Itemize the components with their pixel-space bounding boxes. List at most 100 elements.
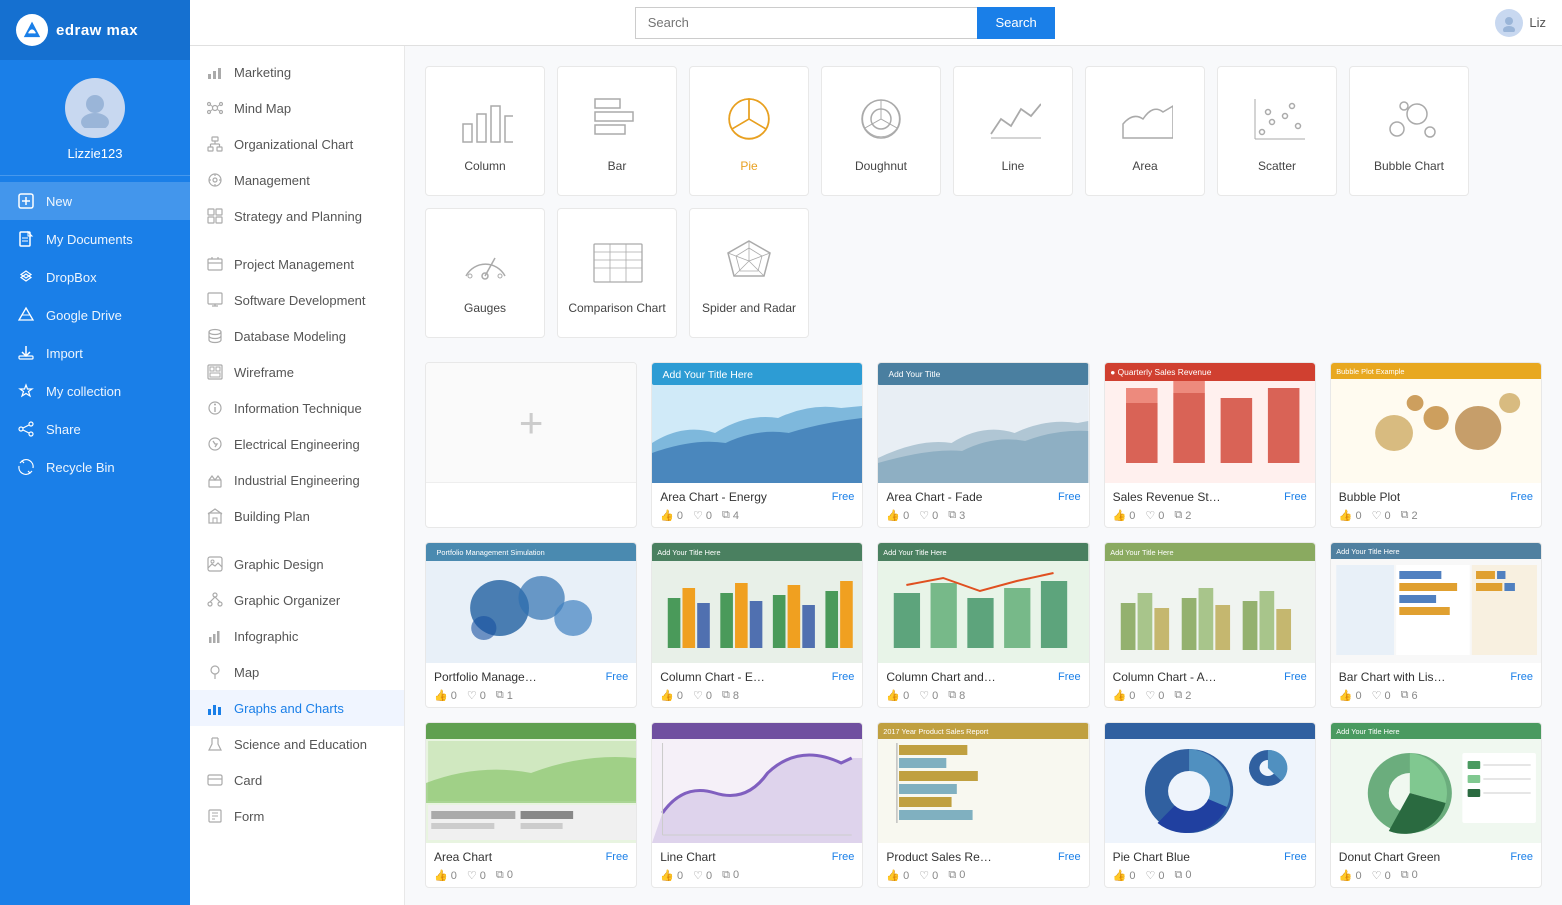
secondary-map[interactable]: Map xyxy=(190,654,404,690)
nav-item-import[interactable]: Import xyxy=(0,334,190,372)
database-icon xyxy=(206,327,224,345)
secondary-strategy[interactable]: Strategy and Planning xyxy=(190,198,404,234)
secondary-management[interactable]: Management xyxy=(190,162,404,198)
template-portfolio[interactable]: Portfolio Management Simulation Portfoli… xyxy=(425,542,637,708)
row3-5-name: Donut Chart Green xyxy=(1339,850,1440,864)
chart-type-spider[interactable]: Spider and Radar xyxy=(689,208,809,338)
row3-2-copies: ⧉ 0 xyxy=(722,869,739,882)
secondary-infographic[interactable]: Infographic xyxy=(190,618,404,654)
area-chart-icon xyxy=(1115,89,1175,149)
secondary-marketing[interactable]: Marketing xyxy=(190,54,404,90)
form-icon xyxy=(206,807,224,825)
secondary-orgchart[interactable]: Organizational Chart xyxy=(190,126,404,162)
template-row3-2[interactable]: Line Chart Free 👍 0 ♡ 0 ⧉ 0 xyxy=(651,722,863,888)
template-row3-5[interactable]: Add Your Title Here xyxy=(1330,722,1542,888)
row3-5-preview: Add Your Title Here xyxy=(1331,723,1541,843)
secondary-form[interactable]: Form xyxy=(190,798,404,834)
template-area-fade[interactable]: Add Your Title Area Chart - Fade Free 👍 … xyxy=(877,362,1089,528)
secondary-science[interactable]: Science and Education xyxy=(190,726,404,762)
secondary-electrical[interactable]: Electrical Engineering xyxy=(190,426,404,462)
secondary-mindmap[interactable]: Mind Map xyxy=(190,90,404,126)
secondary-label-software: Software Development xyxy=(234,293,366,308)
marketing-icon xyxy=(206,63,224,81)
column-energy-info: Column Chart - Energy Free 👍 0 ♡ 0 ⧉ 8 xyxy=(652,663,862,707)
template-area-energy[interactable]: Add Your Title Here Area Chart - Energy … xyxy=(651,362,863,528)
bar-label: Bar xyxy=(608,159,627,173)
bubble-chart-icon xyxy=(1379,89,1439,149)
secondary-graphic-organizer[interactable]: Graphic Organizer xyxy=(190,582,404,618)
template-bar-list[interactable]: Add Your Title Here xyxy=(1330,542,1542,708)
chart-type-column[interactable]: Column xyxy=(425,66,545,196)
chart-type-bar[interactable]: Bar xyxy=(557,66,677,196)
new-template-card[interactable]: + xyxy=(425,362,637,528)
template-column-line[interactable]: Add Your Title Here Column Chart and Li.… xyxy=(877,542,1089,708)
bubble-plot-info: Bubble Plot Free 👍 0 ♡ 0 ⧉ 2 xyxy=(1331,483,1541,527)
secondary-infotech[interactable]: Information Technique xyxy=(190,390,404,426)
svg-text:Add Your Title Here: Add Your Title Here xyxy=(1336,728,1399,736)
chart-type-area[interactable]: Area xyxy=(1085,66,1205,196)
area-label: Area xyxy=(1132,159,1157,173)
nav-item-share[interactable]: Share xyxy=(0,410,190,448)
secondary-software[interactable]: Software Development xyxy=(190,282,404,318)
secondary-card[interactable]: Card xyxy=(190,762,404,798)
industrial-icon xyxy=(206,471,224,489)
chart-type-pie[interactable]: Pie xyxy=(689,66,809,196)
secondary-project[interactable]: Project Management xyxy=(190,246,404,282)
doughnut-chart-icon xyxy=(851,89,911,149)
template-sales-revenue[interactable]: ● Quarterly Sales Revenue Sales Revenue … xyxy=(1104,362,1316,528)
chart-type-comparison[interactable]: Comparison Chart xyxy=(557,208,677,338)
new-template-info xyxy=(426,483,636,500)
scatter-label: Scatter xyxy=(1258,159,1296,173)
search-button[interactable]: Search xyxy=(977,7,1054,39)
secondary-industrial[interactable]: Industrial Engineering xyxy=(190,462,404,498)
chart-type-line[interactable]: Line xyxy=(953,66,1073,196)
column-energy-name: Column Chart - Energy xyxy=(660,670,770,684)
secondary-database[interactable]: Database Modeling xyxy=(190,318,404,354)
management-icon xyxy=(206,171,224,189)
row3-1-free: Free xyxy=(606,851,629,863)
chart-type-bubble[interactable]: Bubble Chart xyxy=(1349,66,1469,196)
template-column-autumn[interactable]: Add Your Title Here xyxy=(1104,542,1316,708)
row3-5-info: Donut Chart Green Free 👍 0 ♡ 0 ⧉ 0 xyxy=(1331,843,1541,887)
nav-item-my-documents[interactable]: My Documents xyxy=(0,220,190,258)
chart-type-gauges[interactable]: Gauges xyxy=(425,208,545,338)
secondary-label-form: Form xyxy=(234,809,264,824)
new-template-preview: + xyxy=(426,363,636,483)
template-column-energy[interactable]: Add Your Title Here xyxy=(651,542,863,708)
row3-3-preview: 2017 Year Product Sales Report xyxy=(878,723,1088,843)
area-energy-free: Free xyxy=(832,491,855,503)
secondary-wireframe[interactable]: Wireframe xyxy=(190,354,404,390)
template-row3-4[interactable]: Pie Chart Blue Free 👍 0 ♡ 0 ⧉ 0 xyxy=(1104,722,1316,888)
secondary-label-industrial: Industrial Engineering xyxy=(234,473,360,488)
search-input[interactable] xyxy=(635,7,978,39)
nav-item-dropbox[interactable]: DropBox xyxy=(0,258,190,296)
svg-text:Add Your Title Here: Add Your Title Here xyxy=(1336,548,1399,556)
nav-item-recycle[interactable]: Recycle Bin xyxy=(0,448,190,486)
secondary-graphs-charts[interactable]: Graphs and Charts xyxy=(190,690,404,726)
pie-chart-icon xyxy=(719,89,779,149)
nav-label-recycle: Recycle Bin xyxy=(46,460,115,475)
template-row3-1[interactable]: Area Chart Free 👍 0 ♡ 0 ⧉ 0 xyxy=(425,722,637,888)
scatter-chart-icon xyxy=(1247,89,1307,149)
nav-item-new[interactable]: New xyxy=(0,182,190,220)
template-bubble-plot[interactable]: Bubble Plot Example Bubble Plot Free xyxy=(1330,362,1542,528)
template-row3-3[interactable]: 2017 Year Product Sales Report Pr xyxy=(877,722,1089,888)
documents-icon xyxy=(16,229,36,249)
area-energy-info: Area Chart - Energy Free 👍 0 ♡ 0 ⧉ 4 xyxy=(652,483,862,527)
nav-item-google-drive[interactable]: Google Drive xyxy=(0,296,190,334)
chart-type-doughnut[interactable]: Doughnut xyxy=(821,66,941,196)
secondary-label-electrical: Electrical Engineering xyxy=(234,437,360,452)
secondary-label-card: Card xyxy=(234,773,262,788)
secondary-graphic-design[interactable]: Graphic Design xyxy=(190,546,404,582)
comparison-label: Comparison Chart xyxy=(568,301,665,315)
svg-text:Portfolio Management Simulatio: Portfolio Management Simulation xyxy=(437,549,545,557)
secondary-building[interactable]: Building Plan xyxy=(190,498,404,534)
secondary-label-strategy: Strategy and Planning xyxy=(234,209,362,224)
bar-list-free: Free xyxy=(1510,671,1533,683)
row3-1-info: Area Chart Free 👍 0 ♡ 0 ⧉ 0 xyxy=(426,843,636,887)
svg-text:● Quarterly Sales Revenue: ● Quarterly Sales Revenue xyxy=(1110,368,1212,377)
chart-type-scatter[interactable]: Scatter xyxy=(1217,66,1337,196)
nav-item-collection[interactable]: My collection xyxy=(0,372,190,410)
electrical-icon xyxy=(206,435,224,453)
row3-4-preview xyxy=(1105,723,1315,843)
